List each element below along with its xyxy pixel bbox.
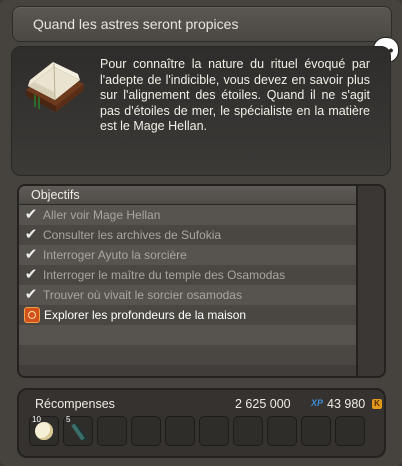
reward-slot-empty[interactable] [131, 416, 161, 446]
checkmark-icon: ✔ [24, 246, 38, 263]
empty-row [19, 345, 356, 365]
objectives-panel: Objectifs ✔ Aller voir Mage Hellan ✔ Con… [17, 184, 386, 378]
objective-label: Trouver où vivait le sorcier osamodas [43, 288, 242, 302]
objectives-header: Objectifs [19, 186, 356, 205]
kama-icon: K [372, 399, 382, 409]
checkmark-icon: ✔ [24, 266, 38, 283]
item-quantity: 10 [32, 415, 41, 424]
objective-label: Explorer les profondeurs de la maison [44, 308, 247, 322]
quest-description: Pour connaître la nature du rituel évoqu… [100, 57, 370, 133]
book-icon [26, 62, 84, 112]
quest-window: Quand les astres seront propices ••• Pou… [0, 0, 402, 466]
reward-slots: 10 5 [29, 415, 365, 446]
objective-label: Aller voir Mage Hellan [43, 208, 161, 222]
reward-slot[interactable]: 5 [63, 415, 93, 446]
objective-item-active[interactable]: Explorer les profondeurs de la maison [19, 305, 356, 325]
objective-label: Interroger le maître du temple des Osamo… [43, 268, 286, 282]
xp-value: 2 625 000 [235, 397, 291, 411]
checkmark-icon: ✔ [24, 226, 38, 243]
title-bar: Quand les astres seront propices [12, 6, 392, 42]
rewards-title: Récompenses [35, 397, 115, 411]
reward-slot-empty[interactable] [335, 416, 365, 446]
objective-label: Consulter les archives de Sufokia [43, 228, 222, 242]
objectives-title: Objectifs [31, 188, 80, 202]
quest-title: Quand les astres seront propices [33, 16, 239, 32]
active-objective-icon [24, 307, 40, 323]
objective-label: Interroger Ayuto la sorcière [43, 248, 187, 262]
objective-item: ✔ Aller voir Mage Hellan [19, 205, 356, 225]
reward-slot-empty[interactable] [165, 416, 195, 446]
reward-slot-empty[interactable] [267, 416, 297, 446]
reward-slot-empty[interactable] [301, 416, 331, 446]
reward-slot-empty[interactable] [97, 416, 127, 446]
xp-icon: XP [311, 398, 324, 408]
item-quantity: 5 [66, 415, 71, 424]
reward-slot-empty[interactable] [233, 416, 263, 446]
empty-row [19, 325, 356, 345]
kamas-value: 43 980 [327, 397, 366, 411]
objective-item: ✔ Interroger le maître du temple des Osa… [19, 265, 356, 285]
checkmark-icon: ✔ [24, 286, 38, 303]
moon-icon [35, 422, 53, 440]
reward-slot[interactable]: 10 [29, 415, 59, 446]
objective-item: ✔ Trouver où vivait le sorcier osamodas [19, 285, 356, 305]
objective-item: ✔ Consulter les archives de Sufokia [19, 225, 356, 245]
rewards-panel: Récompenses 2 625 000 XP 43 980 K 10 5 [17, 388, 386, 458]
reward-slot-empty[interactable] [199, 416, 229, 446]
objectives-list: ✔ Aller voir Mage Hellan ✔ Consulter les… [19, 205, 356, 365]
objective-item: ✔ Interroger Ayuto la sorcière [19, 245, 356, 265]
wand-icon [71, 423, 85, 441]
checkmark-icon: ✔ [24, 206, 38, 223]
objectives-scrollbar[interactable] [356, 186, 384, 376]
